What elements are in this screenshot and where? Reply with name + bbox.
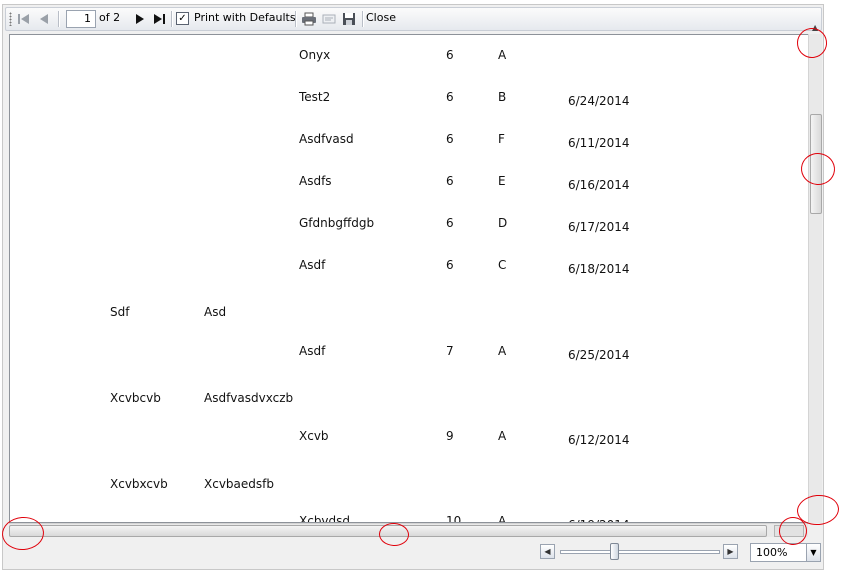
report-cell: Xcvb bbox=[299, 429, 329, 443]
report-cell: Xcvbaedsfb bbox=[204, 477, 274, 491]
vertical-scrollbar[interactable] bbox=[808, 34, 822, 523]
zoom-slider-thumb[interactable] bbox=[610, 543, 619, 560]
report-cell: 6/24/2014 bbox=[568, 94, 630, 108]
toolbar-separator bbox=[58, 11, 59, 27]
report-cell: 6 bbox=[446, 258, 454, 272]
page-setup-button[interactable] bbox=[319, 8, 338, 30]
report-toolbar: 1 of 2 ✓ Print with Defaults Close bbox=[5, 7, 822, 31]
zoom-out-button[interactable]: ◀ bbox=[540, 544, 555, 559]
print-defaults-checkbox[interactable]: ✓ bbox=[176, 12, 189, 25]
report-cell: F bbox=[498, 132, 505, 146]
report-cell: 6 bbox=[446, 174, 454, 188]
report-cell: 7 bbox=[446, 344, 454, 358]
report-cell: A bbox=[498, 514, 507, 523]
save-icon bbox=[342, 13, 355, 25]
report-cell: Asd bbox=[204, 305, 227, 319]
report-page: Onyx 6 A Test2 6 B 6/24/2014 Asdfvasd 6 F 6/11/201… bbox=[9, 34, 809, 523]
report-cell: 6/12/2014 bbox=[568, 433, 630, 447]
last-page-button[interactable] bbox=[150, 8, 168, 30]
report-cell: A bbox=[498, 429, 507, 443]
report-cell: 6/17/2014 bbox=[568, 220, 630, 234]
report-cell: Asdfvasdvxczb bbox=[204, 391, 294, 405]
close-button[interactable]: Close bbox=[366, 11, 396, 24]
toolbar-separator bbox=[171, 11, 172, 27]
next-page-button[interactable] bbox=[131, 8, 149, 30]
report-cell: 6 bbox=[446, 90, 454, 104]
zoom-level-select[interactable]: 100% ▼ bbox=[750, 543, 821, 562]
print-button[interactable] bbox=[299, 8, 318, 30]
report-cell: Onyx bbox=[299, 48, 331, 62]
last-page-icon bbox=[154, 14, 165, 24]
report-cell: 6/18/2014 bbox=[568, 262, 630, 276]
print-defaults-label[interactable]: Print with Defaults bbox=[194, 11, 296, 24]
chevron-down-icon[interactable]: ▼ bbox=[806, 544, 820, 561]
zoom-slider-track[interactable] bbox=[560, 550, 720, 554]
zoom-level-value: 100% bbox=[756, 546, 788, 559]
toolbar-grip-icon[interactable] bbox=[9, 12, 12, 26]
next-page-icon bbox=[136, 14, 144, 24]
report-cell: Asdfs bbox=[299, 174, 332, 188]
report-cell: Asdf bbox=[299, 258, 326, 272]
report-cell: E bbox=[498, 174, 506, 188]
toolbar-separator bbox=[295, 11, 296, 27]
report-cell: Asdfvasd bbox=[299, 132, 354, 146]
zoom-in-arrow-icon: ▶ bbox=[727, 547, 734, 556]
report-cell: 6 bbox=[446, 216, 454, 230]
report-cell: 9 bbox=[446, 429, 454, 443]
report-cell: Gfdnbgffdgb bbox=[299, 216, 375, 230]
current-page-input[interactable]: 1 bbox=[66, 10, 96, 28]
report-cell: Test2 bbox=[299, 90, 331, 104]
report-cell: Asdf bbox=[299, 344, 326, 358]
previous-page-button[interactable] bbox=[35, 8, 53, 30]
report-cell: D bbox=[498, 216, 508, 230]
report-cell: 6 bbox=[446, 132, 454, 146]
zoom-out-arrow-icon: ◀ bbox=[544, 547, 551, 556]
previous-page-icon bbox=[40, 14, 48, 24]
zoom-in-button[interactable]: ▶ bbox=[723, 544, 738, 559]
first-page-icon bbox=[18, 14, 29, 24]
report-cell: Xcvbcvb bbox=[110, 391, 161, 405]
report-cell: 10 bbox=[446, 514, 462, 523]
report-cell: Xcvbxcvb bbox=[110, 477, 168, 491]
report-cell: B bbox=[498, 90, 507, 104]
report-cell: A bbox=[498, 344, 507, 358]
toolbar-separator bbox=[362, 11, 363, 27]
report-cell: 6/25/2014 bbox=[568, 348, 630, 362]
report-cell: Sdf bbox=[110, 305, 130, 319]
first-page-button[interactable] bbox=[15, 8, 33, 30]
save-button[interactable] bbox=[339, 8, 358, 30]
report-cell: 6/11/2014 bbox=[568, 136, 630, 150]
report-cell: 6 bbox=[446, 48, 454, 62]
report-cell: Xcbvdsd bbox=[299, 514, 351, 523]
page-setup-icon bbox=[322, 14, 335, 24]
page-count-label: of 2 bbox=[99, 11, 121, 24]
report-cell: C bbox=[498, 258, 507, 272]
print-icon bbox=[301, 12, 316, 26]
report-cell: 6/16/2014 bbox=[568, 178, 630, 192]
report-cell: A bbox=[498, 48, 507, 62]
